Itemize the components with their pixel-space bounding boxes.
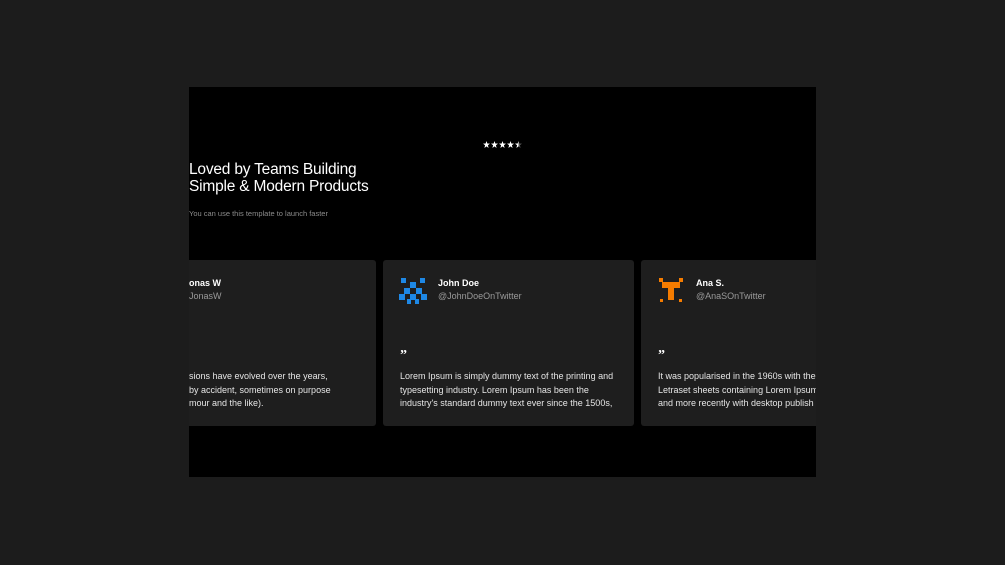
testimonial-line: Lorem Ipsum is simply dummy text of the … xyxy=(400,371,614,381)
star-icon xyxy=(483,141,490,148)
quote-icon: ” xyxy=(400,348,407,363)
pixel-logo-avatar xyxy=(399,278,427,304)
section-title-line-1: Loved by Teams Building xyxy=(189,161,357,178)
section-title-line-2: Simple & Modern Products xyxy=(189,178,369,195)
testimonial-card: onas W JonasW sions have evolved over th… xyxy=(189,260,376,426)
testimonial-text: It was popularised in the 1960s with the… xyxy=(658,370,816,411)
star-icon xyxy=(507,141,514,148)
half-star-icon xyxy=(515,141,522,148)
star-icon xyxy=(499,141,506,148)
testimonial-card: John Doe @JohnDoeOnTwitter ” Lorem Ipsum… xyxy=(383,260,634,426)
testimonial-line: typesetting industry. Lorem Ipsum has be… xyxy=(400,384,589,395)
author-name: Ana S. xyxy=(696,278,725,288)
testimonial-line: sions have evolved over the years, xyxy=(189,371,328,381)
section-subtitle: You can use this template to launch fast… xyxy=(189,209,328,218)
testimonial-line: and more recently with desktop publish xyxy=(658,398,814,408)
testimonial-line: It was popularised in the 1960s with the xyxy=(658,371,816,381)
author-handle: @AnaSOnTwitter xyxy=(696,291,766,301)
star-icon xyxy=(491,141,498,148)
rating-stars xyxy=(189,141,816,151)
testimonial-line: Letraset sheets containing Lorem Ipsum xyxy=(658,384,816,395)
author-handle: JonasW xyxy=(189,291,222,301)
author-name: onas W xyxy=(189,278,222,288)
testimonial-card: Ana S. @AnaSOnTwitter ” It was popularis… xyxy=(641,260,816,426)
author-name: John Doe xyxy=(438,278,480,288)
quote-icon: ” xyxy=(658,348,665,363)
section-title: Loved by Teams Building Simple & Modern … xyxy=(189,161,816,195)
author-handle: @JohnDoeOnTwitter xyxy=(438,291,522,301)
testimonial-line: by accident, sometimes on purpose xyxy=(189,384,331,395)
testimonial-line: industry's standard dummy text ever sinc… xyxy=(400,398,613,408)
pixel-logo-avatar xyxy=(659,278,683,302)
testimonial-line: mour and the like). xyxy=(189,398,264,408)
testimonials-section: Loved by Teams Building Simple & Modern … xyxy=(189,87,816,477)
testimonial-text: sions have evolved over the years, by ac… xyxy=(189,370,376,411)
testimonial-text: Lorem Ipsum is simply dummy text of the … xyxy=(400,370,630,411)
